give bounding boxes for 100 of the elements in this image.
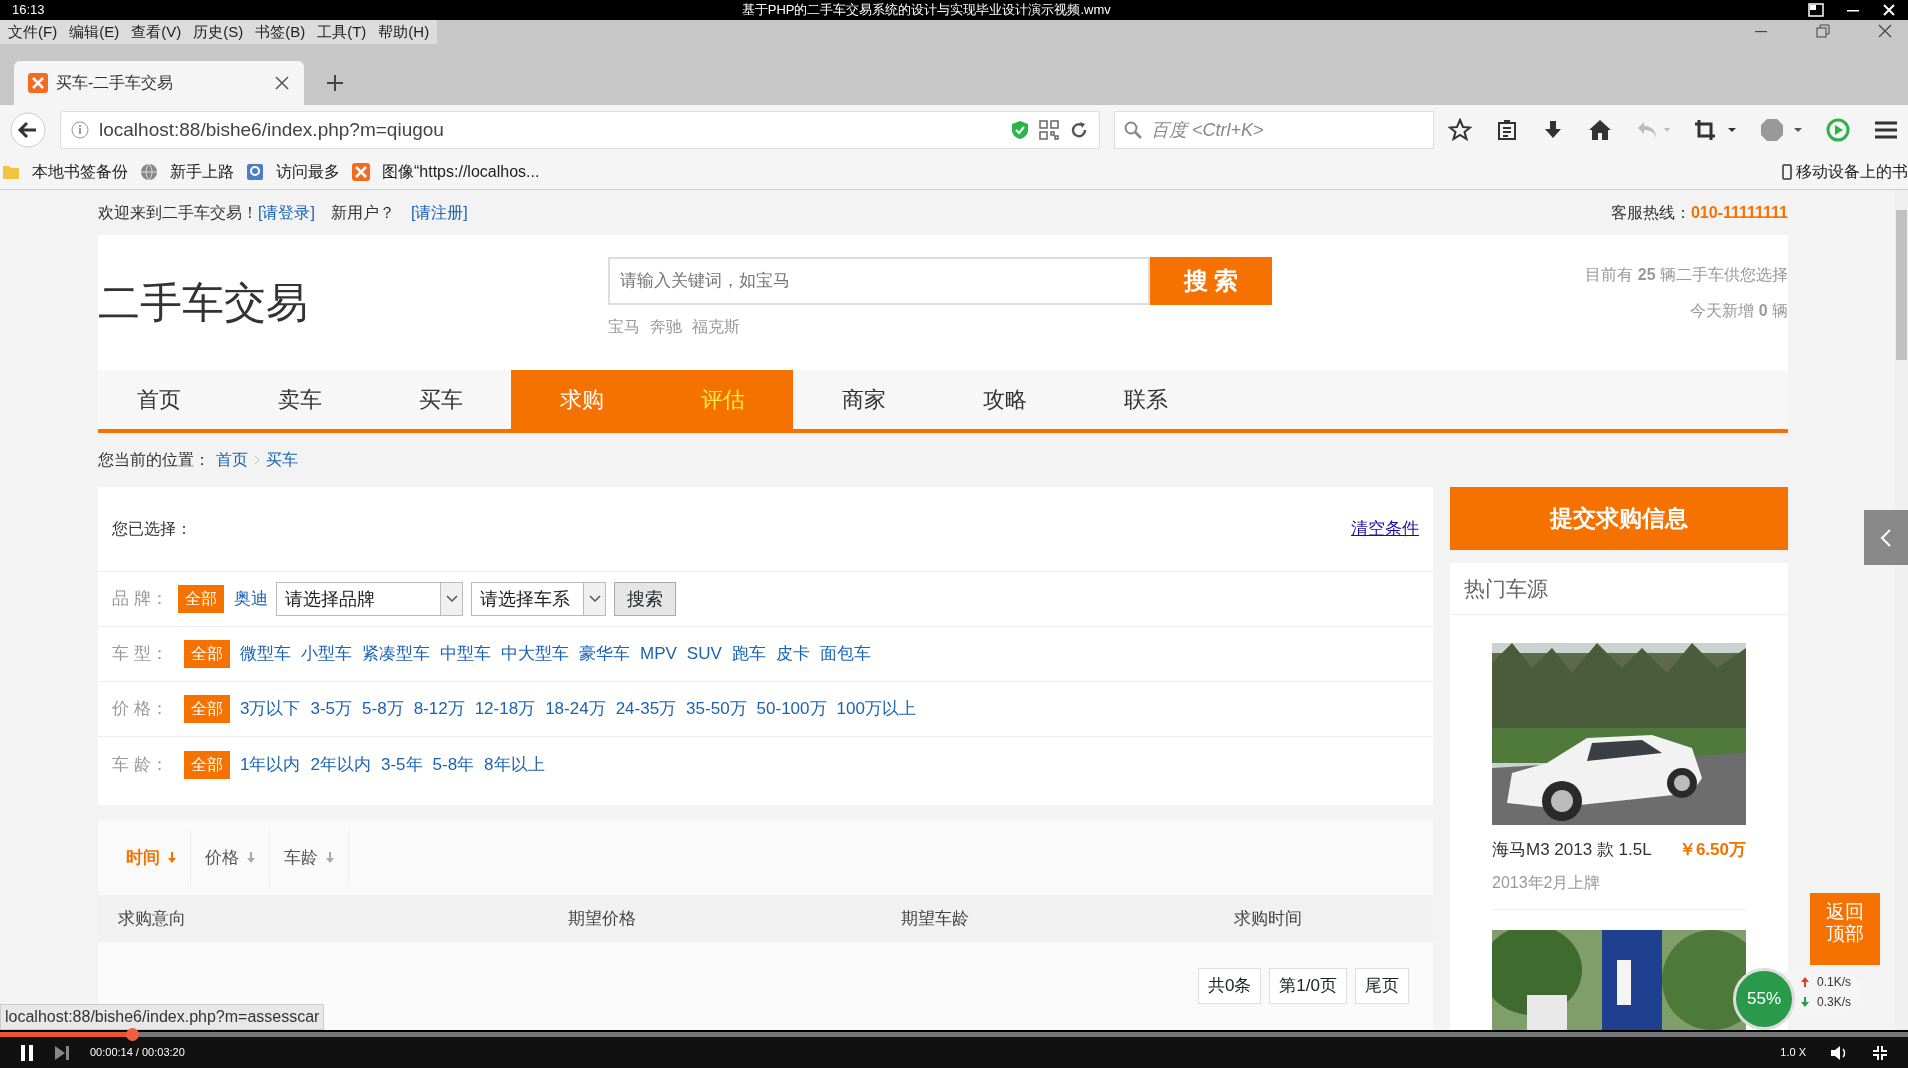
search-button[interactable]: 搜索 — [614, 582, 676, 616]
column-header: 期望价格 — [567, 907, 637, 930]
nav-tab[interactable]: 卖车 — [229, 370, 370, 429]
menu-item[interactable]: 编辑(E) — [63, 20, 126, 44]
car-price: ￥6.50万 — [1678, 839, 1746, 861]
crop-icon[interactable] — [1694, 119, 1736, 141]
filter-option[interactable]: 8年以上 — [484, 751, 545, 778]
chevron-icon — [254, 455, 260, 465]
caret-icon — [445, 595, 458, 603]
playback-speed[interactable]: 1.0 X — [1780, 1044, 1806, 1061]
bookmark-item[interactable]: 本地书签备份 — [32, 160, 128, 184]
clipboard-icon[interactable] — [1496, 119, 1518, 141]
pause-icon[interactable] — [20, 1043, 34, 1062]
search-field[interactable]: 百度 <Ctrl+K> — [1114, 111, 1434, 149]
next-icon[interactable] — [54, 1044, 70, 1061]
down-arrow-icon — [326, 852, 334, 863]
home-icon[interactable] — [1588, 119, 1612, 141]
new-user-text: 新用户？ — [330, 202, 395, 223]
selected-label: 您已选择： — [112, 519, 192, 539]
menu-item[interactable]: 工具(T) — [311, 20, 373, 44]
filter-option[interactable]: 微型车 — [240, 641, 291, 667]
stats-text: 目前有 25 辆二手车供您选择 — [1585, 264, 1788, 285]
clock-time: 16:13 — [12, 1, 45, 20]
filter-option[interactable]: MPV — [640, 641, 677, 667]
nav-tab[interactable]: 商家 — [793, 370, 934, 429]
filter-option[interactable]: 面包车 — [819, 641, 871, 667]
filter-option[interactable]: 5-8万 — [362, 696, 404, 722]
filter-option[interactable]: 小型车 — [301, 641, 352, 667]
address-bar[interactable]: localhost:88/bishe6/index.php?m=qiugou — [60, 111, 1100, 149]
nav-tab[interactable]: 首页 — [88, 370, 229, 429]
filter-option[interactable]: 中型车 — [440, 641, 491, 667]
filter-option[interactable]: 紧凑型车 — [362, 641, 430, 667]
new-tab-icon[interactable] — [326, 74, 344, 92]
bookmark-item[interactable]: 访问最多 — [276, 160, 340, 184]
select-dropdown[interactable]: 请选择品牌 — [276, 582, 463, 616]
exit-fullscreen-icon[interactable] — [1872, 1044, 1888, 1061]
reload-icon[interactable] — [1069, 120, 1089, 140]
filter-option[interactable]: 3-5万 — [310, 696, 353, 722]
filter-option[interactable]: 100万以上 — [836, 696, 916, 722]
picture-in-picture-icon[interactable] — [1808, 3, 1824, 17]
upload-speed: 0.1K/s — [1817, 974, 1852, 991]
menu-item[interactable]: 帮助(H) — [372, 20, 436, 44]
filter-option[interactable]: 3万以下 — [240, 696, 301, 722]
filter-option[interactable]: 18-24万 — [545, 696, 606, 722]
scrollbar-thumb[interactable] — [1896, 210, 1907, 360]
star-icon[interactable] — [1448, 118, 1472, 142]
restore-icon[interactable] — [1816, 24, 1830, 38]
sort-tab[interactable]: 车龄 — [270, 828, 349, 887]
filter-option[interactable]: 3-5年 — [380, 751, 423, 778]
volume-icon[interactable] — [1830, 1044, 1848, 1061]
menu-item[interactable]: 查看(V) — [125, 20, 188, 44]
filter-option[interactable]: 8-12万 — [413, 696, 465, 722]
pagination-button[interactable]: 尾页 — [1355, 968, 1409, 1004]
breadcrumb-link[interactable]: 买车 — [266, 448, 298, 472]
breadcrumb-link[interactable]: 首页 — [216, 448, 248, 472]
nav-tab[interactable]: 买车 — [370, 370, 511, 429]
register-link[interactable]: [请注册] — [410, 200, 468, 225]
filter-option[interactable]: 跑车 — [731, 641, 766, 667]
close-icon[interactable] — [274, 75, 290, 91]
nav-tab[interactable]: 攻略 — [934, 370, 1075, 429]
clear-link[interactable]: 清空条件 — [1351, 516, 1419, 542]
filter-option[interactable]: 豪华车 — [579, 641, 630, 667]
tab-title: 买车-二手车交易 — [56, 73, 175, 93]
search-field[interactable]: 请输入关键词，如宝马 — [608, 256, 1150, 305]
menu-item[interactable]: 文件(F) — [2, 20, 64, 44]
close-icon[interactable] — [1878, 24, 1892, 38]
menu-icon[interactable] — [1874, 120, 1898, 140]
browser-tab[interactable]: 买车-二手车交易 — [14, 61, 304, 105]
menu-item[interactable]: 书签(B) — [249, 20, 312, 44]
status-url: localhost:88/bishe6/index.php?m=assesscar — [0, 1004, 325, 1030]
filter-option[interactable]: 12-18万 — [474, 696, 536, 722]
sort-tab[interactable]: 价格 — [191, 828, 270, 887]
menu-item[interactable]: 历史(S) — [187, 20, 250, 44]
bookmark-item[interactable]: 新手上路 — [170, 160, 234, 184]
filter-label: 车 龄： — [112, 753, 169, 776]
filter-option[interactable]: SUV — [686, 641, 722, 667]
filter-option[interactable]: 2年以内 — [310, 751, 371, 778]
filter-option[interactable]: 奥迪 — [234, 586, 268, 612]
globe-icon — [140, 163, 158, 181]
pagination-button[interactable]: 共0条 — [1197, 968, 1262, 1004]
filter-option[interactable]: 50-100万 — [756, 696, 827, 722]
qr-code-icon[interactable] — [1039, 120, 1059, 140]
stats-text: 今天新增 0 辆 — [1689, 300, 1788, 321]
video-time: 00:00:14 / 00:03:20 — [90, 1045, 185, 1061]
filter-option[interactable]: 1年以内 — [240, 751, 301, 778]
filter-option[interactable]: 皮卡 — [775, 641, 810, 667]
breadcrumb-label: 您当前的位置： — [98, 450, 210, 470]
search-icon — [1124, 121, 1142, 139]
select-dropdown[interactable]: 请选择车系 — [471, 582, 606, 616]
section-title: 热门车源 — [1450, 563, 1788, 615]
login-link[interactable]: [请登录] — [258, 200, 315, 225]
filter-option[interactable]: 35-50万 — [686, 696, 747, 722]
nav-tab[interactable]: 联系 — [1075, 370, 1216, 429]
filter-option[interactable]: 5-8年 — [432, 751, 475, 778]
pagination-button[interactable]: 第1/0页 — [1269, 968, 1347, 1004]
bookmark-item[interactable]: 移动设备上的书 — [1796, 160, 1908, 184]
filter-option[interactable]: 24-35万 — [615, 696, 677, 722]
site-favicon-icon — [352, 163, 370, 181]
filter-option[interactable]: 中大型车 — [501, 641, 569, 667]
bookmark-item[interactable]: 图像“https://localhos... — [382, 160, 540, 184]
